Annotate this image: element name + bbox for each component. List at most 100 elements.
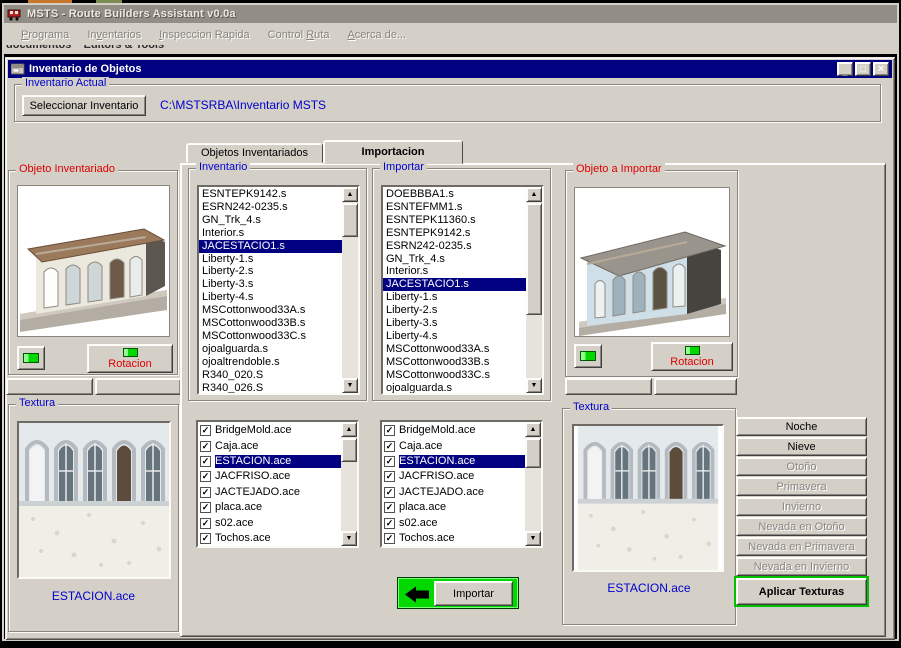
scroll-down-button[interactable]: ▼ — [341, 531, 357, 546]
importar-texturas-list[interactable]: ✓BridgeMold.ace✓Caja.ace✓ESTACION.ace✓JA… — [380, 420, 543, 548]
season-button-oto-o[interactable]: Otoño — [736, 457, 867, 476]
list-item[interactable]: ESNTEPK9142.s — [383, 227, 526, 240]
list-item[interactable]: GN_Trk_4.s — [383, 253, 526, 266]
importar-button[interactable]: Importar — [397, 577, 519, 609]
tab-objetos-inventariados[interactable]: Objetos Inventariados — [186, 143, 323, 163]
scrollbar[interactable]: ▲ ▼ — [526, 187, 542, 393]
checkbox[interactable]: ✓ — [200, 471, 211, 482]
checkbox[interactable]: ✓ — [200, 425, 211, 436]
scroll-down-button[interactable]: ▼ — [526, 378, 542, 393]
scrollbar-thumb[interactable] — [341, 438, 357, 462]
list-item[interactable]: Liberty-3.s — [199, 278, 342, 291]
list-item[interactable]: ESNTEFMM1.s — [383, 201, 526, 214]
checkbox[interactable]: ✓ — [200, 518, 211, 529]
list-item[interactable]: R340_020.S — [199, 369, 342, 382]
dialog-titlebar[interactable]: Inventario de Objetos _ □ × — [8, 60, 892, 78]
list-item[interactable]: ojoalguarda.s — [383, 382, 526, 395]
list-item[interactable]: ESRN242-0235.s — [199, 201, 342, 214]
checkbox[interactable]: ✓ — [200, 456, 211, 467]
list-item[interactable]: JACESTACIO1.s — [199, 240, 342, 253]
checkbox[interactable]: ✓ — [200, 533, 211, 544]
list-item[interactable]: ojoaltrendoble.s — [199, 356, 342, 369]
texture-item[interactable]: ✓BridgeMold.ace — [198, 423, 341, 438]
importar-button-face[interactable]: Importar — [434, 581, 513, 606]
menu-acerca-de[interactable]: Acerca de... — [338, 27, 415, 43]
texture-item[interactable]: ✓JACTEJADO.ace — [382, 485, 525, 500]
list-item[interactable]: MSCottonwood33A.s — [199, 304, 342, 317]
texture-item[interactable]: ✓ESTACION.ace — [382, 454, 525, 469]
season-button-nevada-en-invierno[interactable]: Nevada en Invierno — [736, 557, 867, 576]
checkbox[interactable]: ✓ — [200, 487, 211, 498]
checkbox[interactable]: ✓ — [384, 487, 395, 498]
season-button-nevada-en-oto-o[interactable]: Nevada en Otoño — [736, 517, 867, 536]
list-item[interactable]: R340_026.S — [199, 382, 342, 395]
texture-item[interactable]: ✓Caja.ace — [382, 438, 525, 453]
list-item[interactable]: Liberty-4.s — [383, 330, 526, 343]
list-item[interactable]: ESNTEPK9142.s — [199, 188, 342, 201]
scrollbar[interactable]: ▲ ▼ — [341, 422, 357, 546]
texture-item[interactable]: ✓Tochos.ace — [382, 531, 525, 546]
list-item[interactable]: MSCottonwood33B.s — [383, 356, 526, 369]
inventario-texturas-list[interactable]: ✓BridgeMold.ace✓Caja.ace✓ESTACION.ace✓JA… — [196, 420, 359, 548]
list-item[interactable]: Liberty-2.s — [199, 265, 342, 278]
texture-item[interactable]: ✓JACTEJADO.ace — [198, 485, 341, 500]
minimize-button[interactable]: _ — [837, 62, 853, 76]
list-item[interactable]: JACESTACIO1.s — [383, 278, 526, 291]
menu-programa[interactable]: Programa — [12, 27, 78, 43]
texture-item[interactable]: ✓s02.ace — [382, 515, 525, 530]
preview-toggle-button[interactable] — [17, 346, 45, 370]
checkbox[interactable]: ✓ — [384, 471, 395, 482]
rotacion-button[interactable]: Rotacion — [87, 344, 173, 373]
scroll-down-button[interactable]: ▼ — [525, 531, 541, 546]
list-item[interactable]: ESNTEPK11360.s — [383, 214, 526, 227]
checkbox[interactable]: ✓ — [200, 502, 211, 513]
season-button-noche[interactable]: Noche — [736, 417, 867, 436]
texture-item[interactable]: ✓placa.ace — [198, 500, 341, 515]
texture-item[interactable]: ✓Tochos.ace — [198, 531, 341, 546]
list-item[interactable]: ojoalguarda.s — [199, 343, 342, 356]
scroll-up-button[interactable]: ▲ — [341, 422, 357, 437]
scrollbar[interactable]: ▲ ▼ — [525, 422, 541, 546]
menu-inventarios[interactable]: Inventarios — [78, 27, 150, 43]
list-item[interactable]: MSCottonwood33C.s — [383, 369, 526, 382]
checkbox[interactable]: ✓ — [384, 518, 395, 529]
texture-item[interactable]: ✓s02.ace — [198, 515, 341, 530]
season-button-invierno[interactable]: Invierno — [736, 497, 867, 516]
scroll-up-button[interactable]: ▲ — [525, 422, 541, 437]
texture-item[interactable]: ✓Caja.ace — [198, 438, 341, 453]
scrollbar-thumb[interactable] — [525, 438, 541, 468]
scrollbar-thumb[interactable] — [342, 203, 358, 237]
season-button-nevada-en-primavera[interactable]: Nevada en Primavera — [736, 537, 867, 556]
scrollbar[interactable]: ▲ ▼ — [342, 187, 358, 393]
scroll-down-button[interactable]: ▼ — [342, 378, 358, 393]
list-item[interactable]: MSCottonwood33C.s — [199, 330, 342, 343]
texture-item[interactable]: ✓JACFRISO.ace — [198, 469, 341, 484]
inventario-listbox[interactable]: ESNTEPK9142.sESRN242-0235.sGN_Trk_4.sInt… — [197, 185, 360, 395]
aplicar-texturas-button[interactable]: Aplicar Texturas — [736, 578, 867, 605]
list-item[interactable]: Interior.s — [199, 227, 342, 240]
checkbox[interactable]: ✓ — [384, 502, 395, 513]
texture-item[interactable]: ✓JACFRISO.ace — [382, 469, 525, 484]
menu-inspeccion-rapida[interactable]: Inspeccion Rapida — [150, 27, 259, 43]
list-item[interactable]: GN_Trk_4.s — [199, 214, 342, 227]
list-item[interactable]: Liberty-1.s — [383, 291, 526, 304]
rotacion-button[interactable]: Rotacion — [651, 342, 733, 371]
importar-listbox[interactable]: DOEBBBA1.sESNTEFMM1.sESNTEPK11360.sESNTE… — [381, 185, 544, 395]
list-item[interactable]: DOEBBBA1.s — [383, 188, 526, 201]
list-item[interactable]: Liberty-2.s — [383, 304, 526, 317]
maximize-button[interactable]: □ — [855, 62, 871, 76]
seleccionar-inventario-button[interactable]: Seleccionar Inventario — [22, 95, 146, 116]
checkbox[interactable]: ✓ — [200, 441, 211, 452]
close-button[interactable]: × — [873, 62, 889, 76]
season-button-primavera[interactable]: Primavera — [736, 477, 867, 496]
list-item[interactable]: ESRN242-0235.s — [383, 240, 526, 253]
texture-item[interactable]: ✓ESTACION.ace — [198, 454, 341, 469]
list-item[interactable]: MSCottonwood33A.s — [383, 343, 526, 356]
list-item[interactable]: Liberty-4.s — [199, 291, 342, 304]
scroll-up-button[interactable]: ▲ — [342, 187, 358, 202]
checkbox[interactable]: ✓ — [384, 533, 395, 544]
list-item[interactable]: Liberty-1.s — [199, 253, 342, 266]
texture-item[interactable]: ✓placa.ace — [382, 500, 525, 515]
checkbox[interactable]: ✓ — [384, 425, 395, 436]
menu-control-ruta[interactable]: Control Ruta — [259, 27, 339, 43]
